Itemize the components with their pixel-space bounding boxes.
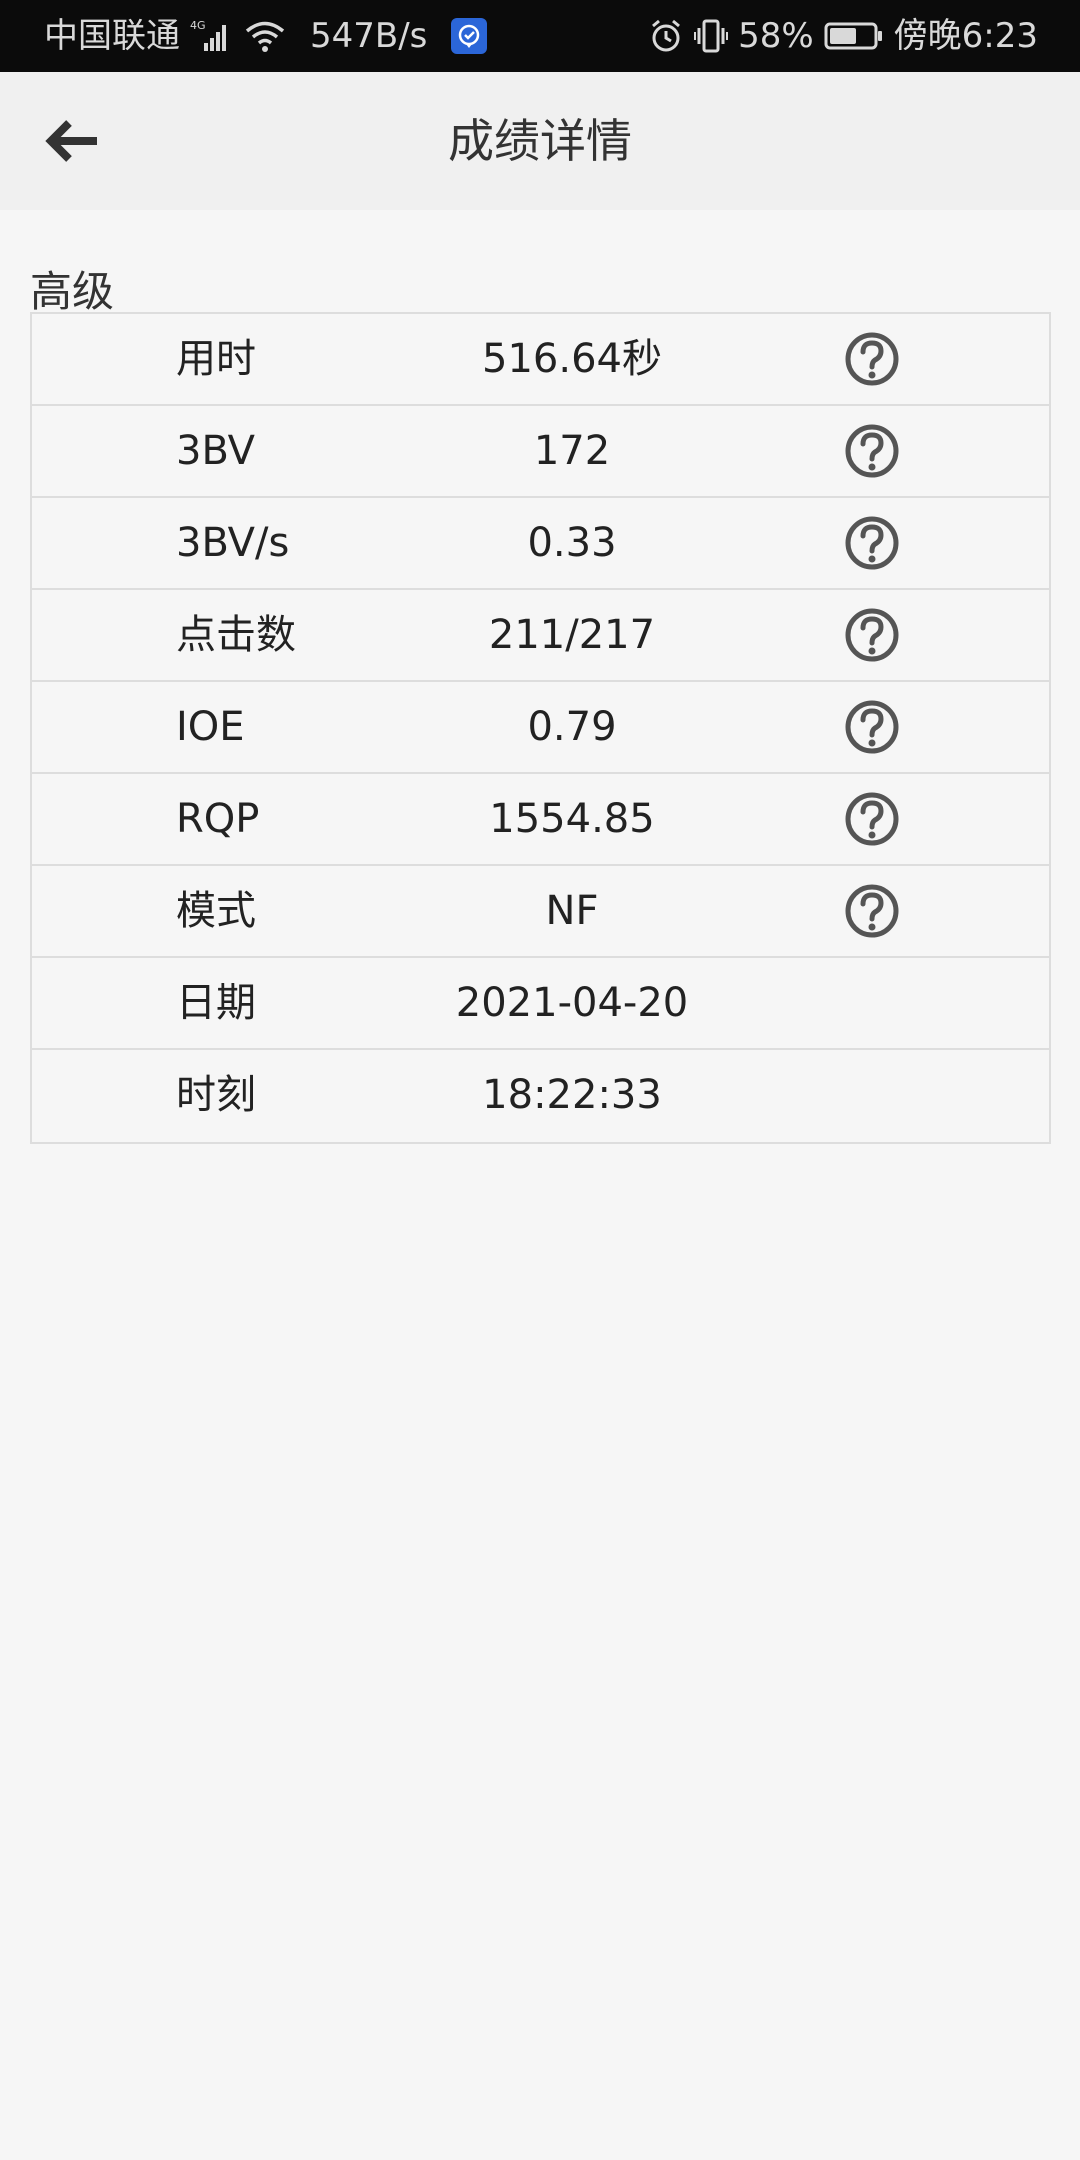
help-icon[interactable] bbox=[844, 883, 900, 939]
table-row: 点击数 211/217 bbox=[32, 590, 1049, 682]
score-detail-table: 用时 516.64秒 3BV 172 3BV/s 0.33 点击数 211/217 IOE 0.7… bbox=[30, 312, 1051, 1144]
row-label: 3BV bbox=[176, 428, 256, 474]
row-label: 3BV/s bbox=[176, 520, 290, 566]
row-label: 日期 bbox=[176, 980, 256, 1026]
help-icon[interactable] bbox=[844, 699, 900, 755]
row-label: 时刻 bbox=[176, 1072, 256, 1118]
table-row: 模式 NF bbox=[32, 866, 1049, 958]
app-notification-icon bbox=[451, 18, 488, 54]
section-label: 高级 bbox=[30, 267, 115, 316]
help-icon[interactable] bbox=[844, 423, 900, 479]
table-row: RQP 1554.85 bbox=[32, 774, 1049, 866]
row-label: RQP bbox=[176, 796, 260, 842]
row-value: 172 bbox=[533, 428, 611, 474]
help-icon[interactable] bbox=[844, 331, 900, 387]
row-value: 0.33 bbox=[527, 520, 617, 566]
row-value: 1554.85 bbox=[489, 796, 655, 842]
app-bar: 成绩详情 bbox=[0, 72, 1080, 210]
net-speed: 547B/s bbox=[310, 16, 428, 56]
clock: 傍晚6:23 bbox=[893, 16, 1038, 56]
network-type-label: 4G bbox=[190, 19, 206, 32]
row-value: 516.64秒 bbox=[482, 336, 662, 382]
help-icon[interactable] bbox=[844, 607, 900, 663]
table-row: 时刻 18:22:33 bbox=[32, 1050, 1049, 1142]
row-value: 2021-04-20 bbox=[455, 980, 689, 1026]
table-row: 日期 2021-04-20 bbox=[32, 958, 1049, 1050]
row-value: 18:22:33 bbox=[482, 1072, 662, 1118]
vibrate-icon bbox=[694, 18, 729, 54]
row-value: NF bbox=[545, 888, 599, 934]
page-title: 成绩详情 bbox=[448, 114, 632, 168]
row-value: 0.79 bbox=[527, 704, 617, 750]
help-icon[interactable] bbox=[844, 515, 900, 571]
status-bar: 中国联通 4G 547B/s 58% 傍晚6:23 bbox=[0, 0, 1080, 72]
status-left: 中国联通 4G 547B/s bbox=[44, 0, 488, 72]
row-label: 点击数 bbox=[176, 612, 296, 658]
alarm-icon bbox=[648, 18, 684, 54]
status-right: 58% 傍晚6:23 bbox=[648, 0, 1038, 72]
row-value: 211/217 bbox=[488, 612, 656, 658]
table-row: IOE 0.79 bbox=[32, 682, 1049, 774]
signal-icon: 4G bbox=[190, 19, 234, 53]
battery-percent: 58% bbox=[738, 16, 814, 56]
table-row: 3BV/s 0.33 bbox=[32, 498, 1049, 590]
row-label: 用时 bbox=[176, 336, 256, 382]
battery-icon bbox=[824, 21, 884, 51]
table-row: 3BV 172 bbox=[32, 406, 1049, 498]
row-label: IOE bbox=[176, 704, 245, 750]
table-row: 用时 516.64秒 bbox=[32, 314, 1049, 406]
wifi-icon bbox=[244, 19, 286, 53]
help-icon[interactable] bbox=[844, 791, 900, 847]
carrier-name: 中国联通 bbox=[44, 16, 180, 56]
row-label: 模式 bbox=[176, 888, 256, 934]
